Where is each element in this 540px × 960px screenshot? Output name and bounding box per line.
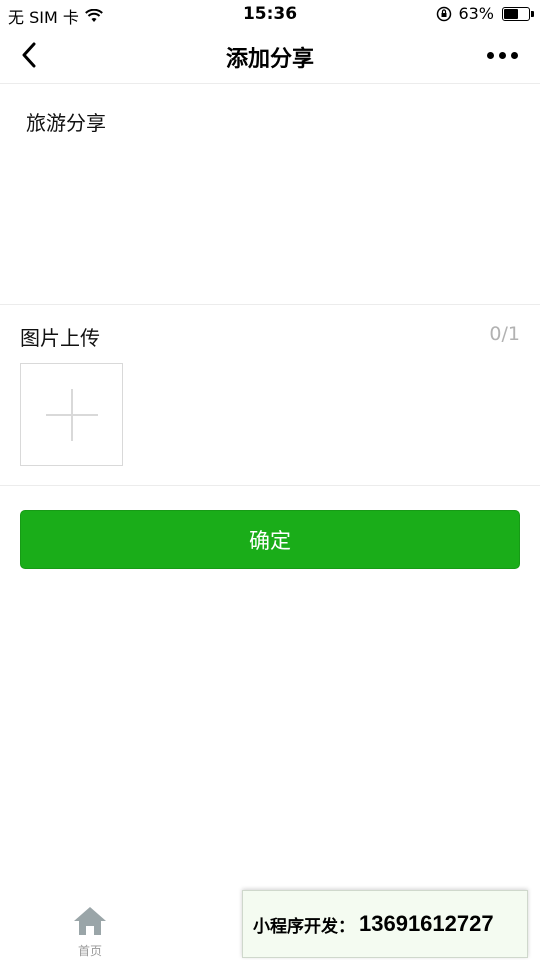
plus-icon	[71, 389, 73, 441]
promo-phone-number: 13691612727	[359, 911, 494, 936]
tab-home[interactable]: 首页	[68, 906, 112, 959]
promo-banner: 小程序开发： 13691612727	[242, 890, 528, 958]
confirm-button[interactable]: 确定	[20, 510, 520, 569]
more-button[interactable]	[487, 52, 518, 59]
nav-bar: 添加分享	[0, 28, 540, 84]
page-title: 添加分享	[225, 47, 314, 72]
more-dot-icon	[499, 52, 506, 59]
rotation-lock-icon	[437, 6, 452, 21]
status-left: 无 SIM 卡	[8, 4, 103, 28]
promo-label: 小程序开发：	[253, 916, 355, 937]
battery-icon	[502, 6, 534, 21]
battery-fill	[504, 8, 518, 19]
upload-count: 0/1	[489, 323, 520, 345]
back-button[interactable]	[14, 40, 44, 70]
image-upload-section: 图片上传 0/1	[0, 306, 540, 486]
upload-title: 图片上传	[20, 326, 100, 350]
battery-percent: 63%	[458, 4, 494, 23]
status-right: 63%	[436, 4, 534, 23]
carrier-label: 无 SIM 卡	[8, 8, 79, 27]
home-icon	[74, 907, 106, 935]
tab-home-label: 首页	[77, 944, 102, 958]
wifi-icon	[84, 9, 103, 22]
status-bar: 无 SIM 卡 15:36 63%	[0, 0, 540, 28]
chevron-left-icon	[22, 42, 36, 68]
share-content-text: 旅游分享	[26, 111, 106, 135]
more-dot-icon	[511, 52, 518, 59]
more-dot-icon	[487, 52, 494, 59]
add-image-button[interactable]	[20, 363, 123, 466]
share-content-textarea[interactable]: 旅游分享	[0, 85, 540, 305]
